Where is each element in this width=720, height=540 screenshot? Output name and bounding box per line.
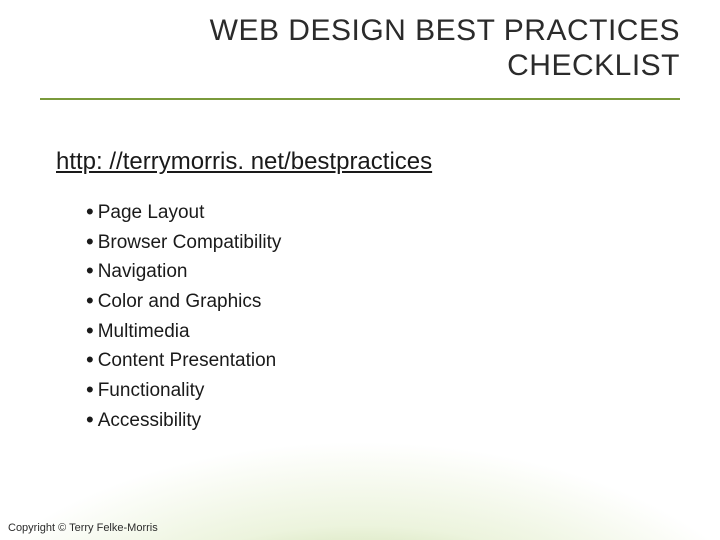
page-number: 31 xyxy=(692,517,706,532)
list-item: Functionality xyxy=(86,374,281,404)
list-item: Page Layout xyxy=(86,196,281,226)
title-line-2: CHECKLIST xyxy=(507,49,680,82)
list-item: Accessibility xyxy=(86,404,281,434)
slide-title: WEB DESIGN BEST PRACTICES CHECKLIST xyxy=(120,14,680,83)
list-item: Multimedia xyxy=(86,315,281,345)
best-practices-link[interactable]: http: //terrymorris. net/bestpractices xyxy=(56,148,432,176)
list-item: Color and Graphics xyxy=(86,285,281,315)
list-item: Content Presentation xyxy=(86,344,281,374)
slide: WEB DESIGN BEST PRACTICES CHECKLIST http… xyxy=(0,0,720,540)
title-line-1: WEB DESIGN BEST PRACTICES xyxy=(210,14,680,47)
copyright-text: Copyright © Terry Felke-Morris xyxy=(8,522,158,534)
list-item: Navigation xyxy=(86,255,281,285)
list-item: Browser Compatibility xyxy=(86,226,281,256)
title-divider xyxy=(40,98,680,100)
bullet-list: Page Layout Browser Compatibility Naviga… xyxy=(86,196,281,434)
